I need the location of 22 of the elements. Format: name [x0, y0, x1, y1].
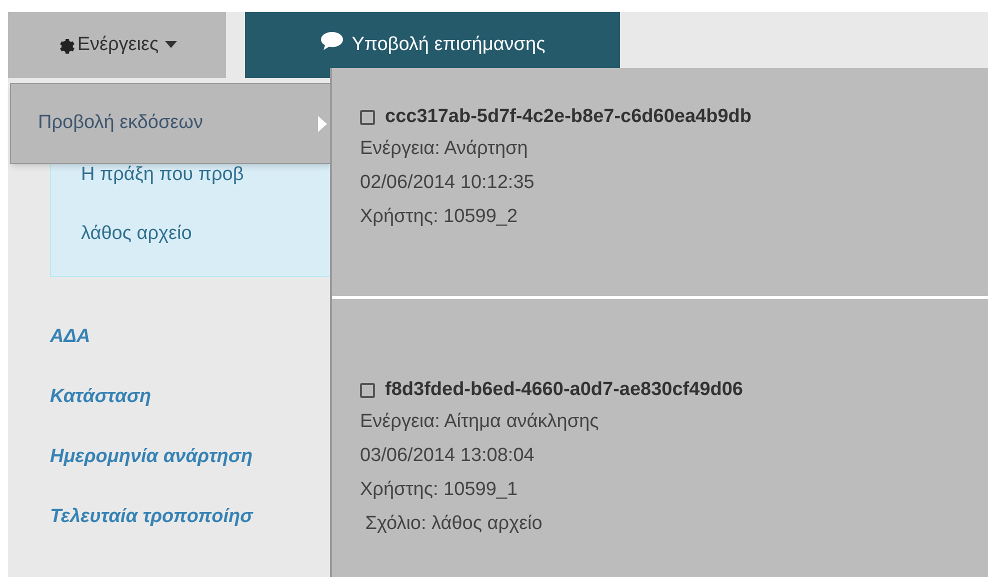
field-label: Κατάσταση	[50, 385, 152, 409]
field-label: ΑΔΑ	[50, 325, 90, 349]
version-detail: Σχόλιο: λάθος αρχείο	[364, 512, 542, 536]
version-detail: Ενέργεια: Ανάρτηση	[360, 137, 528, 161]
version-detail: Χρήστης: 10599_1	[360, 478, 518, 502]
checkbox[interactable]	[360, 110, 375, 124]
version-detail: 03/06/2014 13:08:04	[360, 444, 534, 468]
speech-bubble-icon	[320, 31, 344, 51]
caret-icon	[164, 41, 177, 49]
checkbox[interactable]	[360, 382, 375, 398]
info-text: λάθος αρχείο	[81, 222, 192, 246]
version-id: ccc317ab-5d7f-4c2e-b8e7-c6d60ea4b9db	[385, 105, 752, 129]
field-label: Τελευταία τροποποίησ	[50, 505, 253, 529]
version-detail: Χρήστης: 10599_2	[360, 205, 518, 229]
gear-icon	[57, 36, 76, 54]
menu-item[interactable]: Προβολή εκδόσεων	[11, 109, 331, 138]
version-detail: 02/06/2014 10:12:35	[360, 171, 534, 195]
actions-button[interactable]: Ενέργειες	[8, 12, 226, 78]
field-label: Ημερομηνία ανάρτηση	[50, 445, 253, 469]
version-id: f8d3fded-b6ed-4660-a0d7-ae830cf49d06	[385, 378, 744, 402]
info-text: Η πράξη που προβ	[81, 163, 244, 187]
version-detail: Ενέργεια: Αίτημα ανάκλησης	[360, 410, 599, 434]
